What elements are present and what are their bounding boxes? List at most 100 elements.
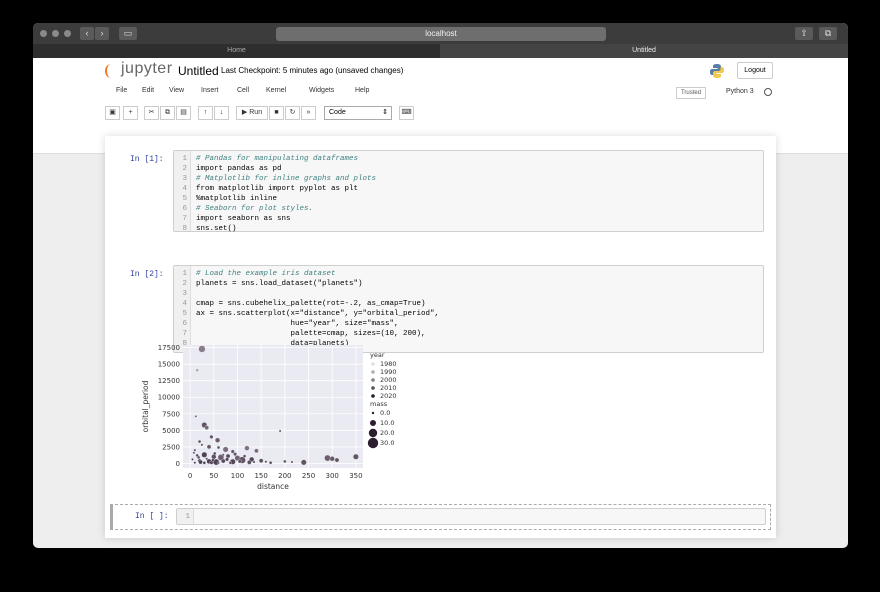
plot-area [183, 345, 363, 468]
menu-kernel[interactable]: Kernel [266, 87, 286, 94]
cut-icon[interactable]: ✂ [144, 106, 159, 120]
back-button[interactable]: ‹ [80, 27, 94, 40]
line-number: 1 [182, 155, 187, 163]
line-number: 6 [182, 205, 187, 213]
checkpoint-text: Last Checkpoint: 5 minutes ago [221, 66, 334, 75]
data-point [204, 425, 209, 430]
legend-label: 1990 [380, 368, 397, 376]
data-point [278, 429, 282, 433]
scatter-chart: 0 50 100 150 200 250 300 350 0 2500 5000 7500 10000 1… [141, 344, 397, 491]
sidebar-icon[interactable]: ▭ [119, 27, 137, 40]
fast-forward-icon[interactable]: » [301, 106, 316, 120]
x-tick-label: 0 [188, 472, 192, 480]
data-point [192, 451, 196, 455]
data-point [221, 453, 225, 457]
trusted-indicator[interactable]: Trusted [676, 87, 706, 99]
menu-help[interactable]: Help [355, 87, 369, 94]
notebook-title[interactable]: Untitled [178, 64, 219, 78]
address-bar[interactable]: localhost [276, 27, 606, 41]
data-point [254, 448, 259, 454]
menu-edit[interactable]: Edit [142, 87, 154, 94]
legend-marker [371, 386, 375, 390]
browser-titlebar: ‹ › ▭ localhost ⇧ ⧉ [33, 23, 848, 44]
code-text: import seaborn as sns [196, 215, 291, 223]
cell-3-editor[interactable]: 1 [176, 508, 766, 525]
x-tick-label: 100 [231, 472, 244, 480]
line-number: 5 [182, 195, 187, 203]
jupyter-logo-icon [105, 64, 117, 78]
logout-button[interactable]: Logout [737, 62, 773, 79]
x-tick-label: 150 [254, 472, 267, 480]
forward-button[interactable]: › [95, 27, 109, 40]
menu-insert[interactable]: Insert [201, 87, 219, 94]
cell-type-select[interactable]: Code ⇕ [324, 106, 392, 120]
data-point [221, 458, 226, 464]
paste-icon[interactable]: ▤ [176, 106, 191, 120]
line-number: 4 [182, 185, 187, 193]
keyboard-icon[interactable]: ⌨ [399, 106, 414, 120]
close-window-button[interactable] [40, 30, 47, 37]
restart-icon[interactable]: ↻ [285, 106, 300, 120]
line-number: 3 [182, 290, 187, 298]
insert-cell-icon[interactable]: + [123, 106, 138, 120]
menu-file[interactable]: File [116, 87, 127, 94]
y-tick-label: 5000 [162, 427, 180, 435]
legend-label: 20.0 [380, 429, 394, 437]
data-point [201, 451, 208, 458]
data-point [198, 459, 203, 465]
maximize-window-button[interactable] [64, 30, 71, 37]
y-tick-label: 12500 [158, 377, 180, 385]
data-point [290, 460, 294, 464]
run-button[interactable]: ▶ Run [236, 106, 268, 120]
data-point [225, 457, 229, 462]
legend-label: 10.0 [380, 419, 394, 427]
menu-widgets[interactable]: Widgets [309, 87, 334, 94]
cell-type-value: Code [329, 109, 346, 116]
tabs-overview-icon[interactable]: ⧉ [819, 27, 837, 40]
data-point [244, 445, 250, 451]
move-down-icon[interactable]: ↓ [214, 106, 229, 120]
menu-cell[interactable]: Cell [237, 87, 249, 94]
code-text: from matplotlib import pyplot as plt [196, 185, 359, 193]
legend-marker [371, 394, 375, 398]
minimize-window-button[interactable] [52, 30, 59, 37]
y-tick-label: 15000 [158, 361, 180, 369]
stop-icon[interactable]: ■ [269, 106, 284, 120]
data-point [211, 454, 217, 460]
tab-untitled[interactable]: Untitled [440, 44, 848, 58]
notebook-container: In [1]: 1 # Pandas for manipulating dataf… [105, 136, 776, 538]
data-point [264, 460, 268, 463]
line-number: 4 [182, 300, 187, 308]
data-point [197, 455, 201, 460]
legend-marker [367, 437, 379, 449]
copy-icon[interactable]: ⧉ [160, 106, 175, 120]
tab-home[interactable]: Home [33, 44, 440, 58]
data-point [200, 443, 204, 447]
move-up-icon[interactable]: ↑ [198, 106, 213, 120]
legend-marker [368, 428, 378, 438]
browser-window: ‹ › ▭ localhost ⇧ ⧉ Home Untitled jupyte… [33, 23, 848, 548]
line-number: 1 [185, 513, 190, 521]
menu-view[interactable]: View [169, 87, 184, 94]
data-point [222, 446, 229, 453]
kernel-name[interactable]: Python 3 [726, 88, 754, 95]
x-axis-label: distance [257, 482, 289, 491]
save-icon[interactable]: ▣ [105, 106, 120, 120]
data-point [191, 458, 194, 461]
legend-label: 1980 [380, 360, 397, 368]
line-number: 6 [182, 320, 187, 328]
data-point [213, 451, 217, 456]
legend-marker [371, 370, 375, 374]
cell-3[interactable]: In [ ]: 1 [110, 504, 771, 530]
cell-2-editor[interactable]: 1 # Load the example iris dataset 2 planets… [173, 265, 764, 353]
cell-1-editor[interactable]: 1 # Pandas for manipulating dataframes 2 im… [173, 150, 764, 233]
data-point [193, 461, 197, 464]
cell-2-prompt: In [2]: [130, 270, 164, 279]
y-tick-label: 7500 [162, 410, 180, 418]
data-point [269, 461, 273, 465]
share-icon[interactable]: ⇧ [795, 27, 813, 40]
data-point [215, 437, 221, 443]
data-point [205, 457, 208, 461]
cell-3-prompt: In [ ]: [135, 512, 169, 521]
x-tick-label: 200 [278, 472, 291, 480]
